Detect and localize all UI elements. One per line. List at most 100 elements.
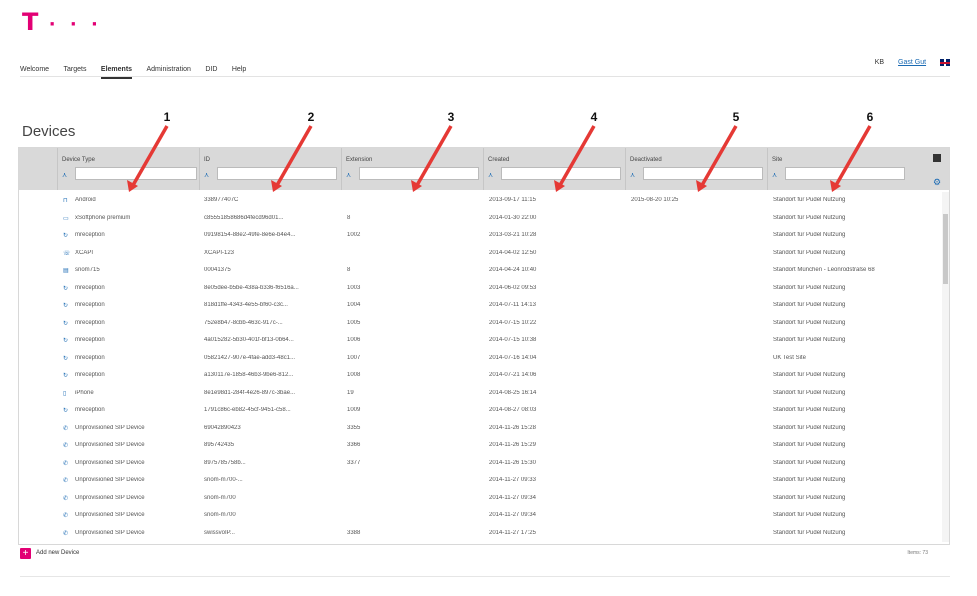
column-label[interactable]: Created xyxy=(488,157,509,163)
cell-created: 2014-11-26 15:30 xyxy=(489,459,536,466)
cell-extension: 1006 xyxy=(347,337,361,343)
table-row[interactable]: ✆ Unprovisioned SIP Device swissvoIP... 338… xyxy=(19,525,939,543)
cell-created: 2014-01-30 22:00 xyxy=(489,214,537,221)
cell-created: 2014-07-15 10:22 xyxy=(489,319,537,326)
table-row[interactable]: ☏ XCAPI XCAPI-123 2014-04-02 12:50 Standort … xyxy=(19,245,939,263)
main-nav: Welcome Targets Elements Administration … xyxy=(20,58,950,79)
filter-site-input[interactable] xyxy=(785,167,905,180)
export-icon[interactable] xyxy=(933,154,941,162)
column-label[interactable]: Deactivated xyxy=(630,157,662,163)
add-icon[interactable]: + xyxy=(20,548,31,559)
cell-device-type: Android xyxy=(75,197,96,203)
filter-icon[interactable]: ⋏ xyxy=(488,171,493,179)
cell-device-type: Unprovisioned SIP Device xyxy=(75,477,145,483)
filter-icon[interactable]: ⋏ xyxy=(772,171,777,179)
cell-site: Standort für Pudel Nutzung xyxy=(773,512,846,518)
table-row[interactable]: ▭ xSoftphone premium c85551858686d4fecd96d… xyxy=(19,210,939,228)
filter-icon[interactable]: ⋏ xyxy=(630,171,635,179)
devices-grid: Device Type ⋏ ID ⋏ Extension ⋏ Created ⋏… xyxy=(18,147,950,545)
table-row[interactable]: ✆ Unprovisioned SIP Device 69042890423 3355… xyxy=(19,420,939,438)
column-id: ID ⋏ xyxy=(199,148,342,190)
cell-created: 2014-11-26 15:28 xyxy=(489,424,536,431)
sync-icon: ↻ xyxy=(63,355,69,362)
table-row[interactable]: ▤ snom715 00041375 8 2014-04-24 10:40 Standor… xyxy=(19,262,939,280)
filter-icon[interactable]: ⋏ xyxy=(62,171,67,179)
cell-site: UK Test Site xyxy=(773,354,806,361)
sync-icon: ↻ xyxy=(63,373,69,379)
table-row[interactable]: ↻ mreception 1791c86c-eb82-45cf-9451-c58..… xyxy=(19,402,939,420)
cell-device-type: Unprovisioned SIP Device xyxy=(75,424,145,431)
cell-device-type: mreception xyxy=(75,319,105,326)
filter-extension-input[interactable] xyxy=(359,167,479,180)
column-created: Created ⋏ xyxy=(483,148,626,190)
cell-extension: 1007 xyxy=(347,354,361,361)
grid-scrollbar[interactable] xyxy=(942,192,949,542)
table-row[interactable]: ↻ mreception 818d1ffe-4343-4e55-bf60-c3c..… xyxy=(19,297,939,315)
filter-deactivated-input[interactable] xyxy=(643,167,763,180)
iphone-icon: ▯ xyxy=(63,390,67,397)
filter-created-input[interactable] xyxy=(501,167,621,180)
deskphone-icon: ▤ xyxy=(63,268,69,274)
table-row[interactable]: ✆ Unprovisioned SIP Device snom-m700-... 20… xyxy=(19,472,939,490)
column-label[interactable]: ID xyxy=(204,157,210,163)
tab-elements[interactable]: Elements xyxy=(100,64,133,79)
nav-right: KB Gast Gut xyxy=(863,59,950,66)
table-row[interactable]: ↻ mreception 752e8b47-8cbb-463c-917c-... 10… xyxy=(19,315,939,333)
add-device-button[interactable]: Add new Device xyxy=(36,550,79,556)
tab-help[interactable]: Help xyxy=(232,64,246,77)
telekom-logo[interactable]: T · · · xyxy=(22,8,102,36)
cell-created: 2014-11-26 15:29 xyxy=(489,442,536,448)
tab-did[interactable]: DID xyxy=(205,64,217,77)
cell-id: 00041375 xyxy=(204,267,231,273)
table-row[interactable]: ✆ Unprovisioned SIP Device 895742435 3366 20… xyxy=(19,437,939,455)
cell-site: Standort für Pudel Nutzung xyxy=(773,407,846,413)
user-link[interactable]: Gast Gut xyxy=(898,59,926,66)
cell-extension: 1003 xyxy=(347,284,361,291)
table-row[interactable]: ↻ mreception 8e05dee-b5be-438a-b336-f6516a… xyxy=(19,280,939,298)
table-row[interactable]: ▯ iPhone 8e1e98d1-284f-4e26-897c-3bae... 19… xyxy=(19,385,939,403)
scrollbar-thumb[interactable] xyxy=(943,214,948,284)
sync-icon: ↻ xyxy=(63,285,69,292)
uk-flag-icon[interactable] xyxy=(940,59,950,66)
table-row[interactable]: ↻ mreception a130117e-1858-46b3-9be6-812..… xyxy=(19,367,939,385)
cell-id: 818d1ffe-4343-4e55-bf60-c3c... xyxy=(204,302,288,308)
cell-id: 09198154-88e2-49fe-8e6e-b4e4... xyxy=(204,232,296,238)
filter-icon[interactable]: ⋏ xyxy=(346,171,351,179)
cell-site: Standort für Pudel Nutzung xyxy=(773,389,846,396)
table-row[interactable]: ✆ Unprovisioned SIP Device snom-m700 2014-1… xyxy=(19,507,939,525)
cell-id: c85551858686d4fecd96d01... xyxy=(204,214,284,221)
cell-extension: 8 xyxy=(347,214,351,221)
cell-site: Standort für Pudel Nutzung xyxy=(773,442,846,448)
cell-device-type: mreception xyxy=(75,372,105,378)
cell-created: 2014-11-27 09:33 xyxy=(489,477,536,483)
column-label[interactable]: Site xyxy=(772,157,782,163)
column-label[interactable]: Extension xyxy=(346,157,372,163)
tab-targets[interactable]: Targets xyxy=(64,64,87,77)
filter-device-type-input[interactable] xyxy=(75,167,197,180)
table-row[interactable]: ↻ mreception 09198154-88e2-49fe-8e6e-b4e4.… xyxy=(19,227,939,245)
cell-extension: 1005 xyxy=(347,319,361,326)
sip-icon: ✆ xyxy=(63,460,69,467)
cell-created: 2014-07-16 14:04 xyxy=(489,354,537,361)
table-row[interactable]: ↻ mreception 05821427-907e-4fae-add3-48c1.… xyxy=(19,350,939,368)
table-row[interactable]: ↻ mreception 4a015282-5b30-401f-bf13-0b64.… xyxy=(19,332,939,350)
cell-device-type: XCAPI xyxy=(75,249,94,256)
gear-icon[interactable]: ⚙ xyxy=(933,177,941,187)
marker-number: 4 xyxy=(591,110,598,124)
column-label[interactable]: Device Type xyxy=(62,157,95,163)
cell-id: snom-m700 xyxy=(204,512,236,518)
table-row[interactable]: ⊓ Android 338977407C 2013-09-17 11:15 2015-0… xyxy=(19,192,939,210)
sip-icon: ✆ xyxy=(63,495,69,502)
column-deactivated: Deactivated ⋏ xyxy=(625,148,768,190)
tab-administration[interactable]: Administration xyxy=(147,64,191,77)
filter-id-input[interactable] xyxy=(217,167,337,180)
table-row[interactable]: ✆ Unprovisioned SIP Device 8975785758b... 3… xyxy=(19,455,939,473)
sip-icon: ✆ xyxy=(63,443,69,449)
tab-welcome[interactable]: Welcome xyxy=(20,64,49,77)
filter-icon[interactable]: ⋏ xyxy=(204,171,209,179)
sync-icon: ↻ xyxy=(63,233,69,239)
android-icon: ⊓ xyxy=(63,198,68,204)
grid-header: Device Type ⋏ ID ⋏ Extension ⋏ Created ⋏… xyxy=(19,148,949,190)
kb-link[interactable]: KB xyxy=(875,59,884,66)
table-row[interactable]: ✆ Unprovisioned SIP Device snom-m700 2014-1… xyxy=(19,490,939,508)
